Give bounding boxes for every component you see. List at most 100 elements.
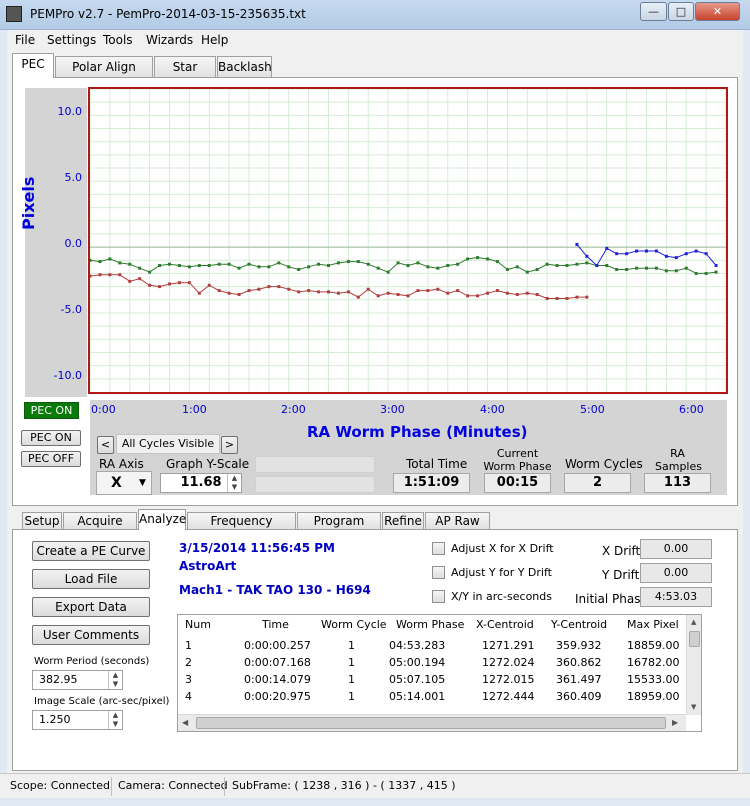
vertical-scrollbar[interactable]: ▲ ▼ bbox=[686, 615, 701, 715]
adjust-x-checkbox[interactable] bbox=[432, 542, 445, 555]
cell-time: 0:00:20.975 bbox=[244, 690, 311, 703]
tab-pec[interactable]: PEC bbox=[12, 53, 54, 78]
column-header[interactable]: Num bbox=[185, 618, 211, 631]
data-point bbox=[615, 252, 619, 256]
minimize-button[interactable]: — bbox=[640, 2, 667, 21]
data-point bbox=[476, 256, 480, 260]
data-point bbox=[207, 283, 211, 287]
horizontal-scrollbar[interactable]: ◀ ▶ bbox=[178, 714, 686, 731]
data-point bbox=[277, 285, 281, 289]
data-point bbox=[376, 294, 380, 298]
data-point bbox=[664, 254, 668, 258]
cell-y-centroid: 360.409 bbox=[556, 690, 602, 703]
data-point bbox=[356, 260, 360, 264]
tab-ap-raw-pe[interactable]: AP Raw PE bbox=[425, 512, 490, 544]
menu-help[interactable]: Help bbox=[201, 33, 228, 47]
x-tick-label: 5:00 bbox=[580, 403, 605, 416]
cell-time: 0:00:00.257 bbox=[244, 639, 311, 652]
worm-cycles-label: Worm Cycles bbox=[565, 457, 643, 471]
data-point bbox=[406, 294, 410, 298]
close-button[interactable]: ✕ bbox=[695, 2, 740, 21]
scroll-right-icon[interactable]: ▶ bbox=[672, 718, 678, 727]
data-point bbox=[625, 252, 629, 256]
column-header[interactable]: Worm Phase bbox=[396, 618, 464, 631]
column-header[interactable]: Max Pixel bbox=[627, 618, 679, 631]
tab-frequency-spectrum[interactable]: Frequency Spectrum bbox=[187, 512, 296, 544]
menu-file[interactable]: File bbox=[15, 33, 35, 47]
subframe-status: SubFrame: ( 1238 , 316 ) - ( 1337 , 415 … bbox=[232, 779, 456, 792]
status-bar: Scope: Connected Camera: Connected SubFr… bbox=[0, 773, 750, 798]
tab-setup[interactable]: Setup bbox=[22, 512, 62, 530]
data-point bbox=[495, 289, 499, 293]
prev-cycle-button[interactable]: < bbox=[97, 436, 114, 454]
tab-analyze[interactable]: Analyze bbox=[138, 509, 186, 530]
data-point bbox=[694, 271, 698, 275]
data-point bbox=[396, 293, 400, 297]
data-point bbox=[535, 293, 539, 297]
data-point bbox=[396, 261, 400, 265]
data-point bbox=[605, 246, 609, 250]
column-header[interactable]: X-Centroid bbox=[476, 618, 534, 631]
column-header[interactable]: Worm Cycle bbox=[321, 618, 387, 631]
data-point bbox=[148, 283, 152, 287]
cell-worm-cycle: 1 bbox=[348, 673, 355, 686]
x-drift-value: 0.00 bbox=[640, 539, 712, 559]
data-point bbox=[515, 293, 519, 297]
data-point bbox=[486, 291, 489, 295]
data-point bbox=[505, 291, 509, 295]
tab-polar-align-wizard[interactable]: Polar Align Wizard bbox=[55, 56, 153, 94]
data-point bbox=[297, 267, 301, 271]
cell-time: 0:00:07.168 bbox=[244, 656, 311, 669]
data-point bbox=[98, 260, 102, 264]
spin-arrows-icon[interactable]: ▲ ▼ bbox=[227, 474, 241, 492]
menu-tools[interactable]: Tools bbox=[103, 33, 133, 47]
data-point bbox=[446, 291, 450, 295]
x-tick-label: 1:00 bbox=[182, 403, 207, 416]
data-point bbox=[336, 261, 340, 265]
adjust-y-label: Adjust Y for Y Drift bbox=[451, 566, 552, 579]
data-point bbox=[476, 294, 480, 298]
next-cycle-button[interactable]: > bbox=[221, 436, 238, 454]
ra-axis-select[interactable]: X ▼ bbox=[96, 471, 152, 495]
spin-arrows-icon[interactable]: ▲ ▼ bbox=[108, 671, 122, 689]
user-comments-button[interactable]: User Comments bbox=[32, 625, 150, 645]
pec-on-button[interactable]: PEC ON bbox=[21, 430, 81, 446]
adjust-y-checkbox[interactable] bbox=[432, 566, 445, 579]
scrollbar-thumb[interactable] bbox=[689, 631, 700, 647]
data-point bbox=[704, 252, 708, 256]
arcsec-checkbox[interactable] bbox=[432, 590, 445, 603]
y-tick-label: 5.0 bbox=[64, 171, 83, 184]
tab-star-finder[interactable]: Star Finder bbox=[154, 56, 216, 94]
data-table[interactable]: Num Time Worm Cycle Worm Phase X-Centroi… bbox=[177, 614, 702, 732]
spin-arrows-icon[interactable]: ▲ ▼ bbox=[108, 711, 122, 729]
data-point bbox=[466, 294, 470, 298]
data-point bbox=[565, 296, 569, 300]
menu-wizards[interactable]: Wizards bbox=[146, 33, 193, 47]
worm-phase-value: 00:15 bbox=[484, 473, 551, 493]
data-point bbox=[426, 265, 430, 269]
graph-yscale-label: Graph Y-Scale bbox=[166, 457, 250, 471]
maximize-button[interactable]: □ bbox=[668, 2, 694, 21]
menu-settings[interactable]: Settings bbox=[47, 33, 96, 47]
load-file-button[interactable]: Load File bbox=[32, 569, 150, 589]
scope-status: Scope: Connected bbox=[10, 779, 110, 792]
arcsec-label: X/Y in arc-seconds bbox=[451, 590, 552, 603]
column-header[interactable]: Time bbox=[262, 618, 289, 631]
export-data-button[interactable]: Export Data bbox=[32, 597, 150, 617]
tab-refine[interactable]: Refine bbox=[382, 512, 424, 530]
tab-backlash[interactable]: Backlash bbox=[217, 56, 272, 78]
pec-off-button[interactable]: PEC OFF bbox=[21, 451, 81, 467]
data-point bbox=[615, 267, 619, 271]
data-point bbox=[158, 264, 162, 268]
column-header[interactable]: Y-Centroid bbox=[551, 618, 607, 631]
create-pe-curve-button[interactable]: Create a PE Curve bbox=[32, 541, 150, 561]
scroll-up-icon[interactable]: ▲ bbox=[691, 618, 696, 626]
data-point bbox=[217, 289, 221, 293]
cell-num: 1 bbox=[185, 639, 192, 652]
tab-program-mount[interactable]: Program Mount bbox=[297, 512, 381, 544]
scrollbar-thumb[interactable] bbox=[196, 717, 666, 729]
cell-x-centroid: 1272.024 bbox=[482, 656, 535, 669]
tab-acquire-data[interactable]: Acquire Data bbox=[63, 512, 137, 544]
scroll-left-icon[interactable]: ◀ bbox=[182, 718, 188, 727]
scroll-down-icon[interactable]: ▼ bbox=[691, 703, 696, 711]
